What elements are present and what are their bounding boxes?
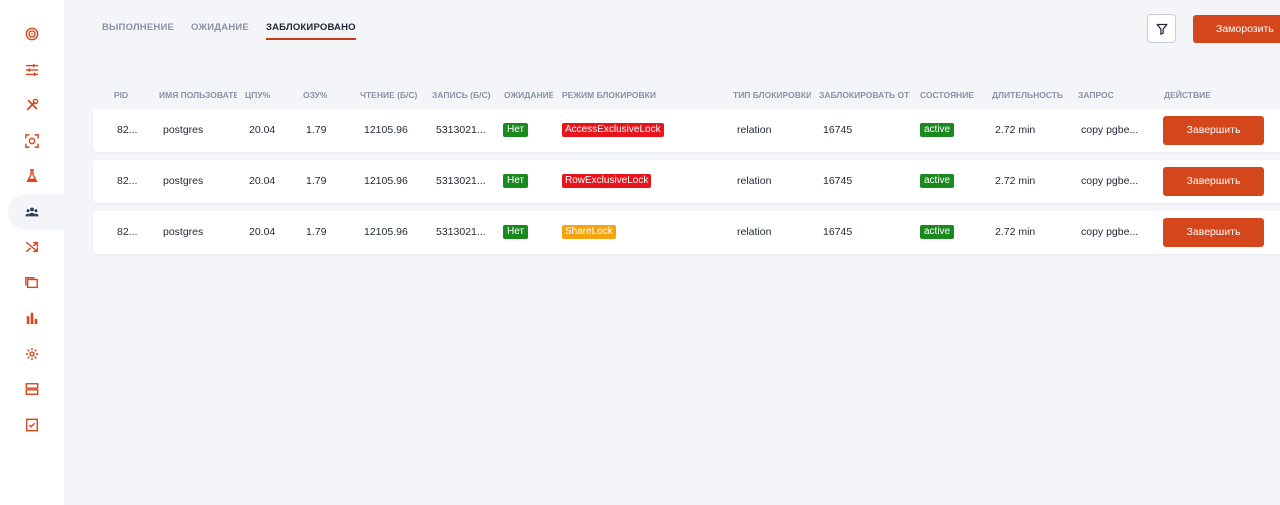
gear-icon bbox=[25, 347, 39, 361]
terminate-button[interactable]: Завершить bbox=[1163, 167, 1264, 196]
column-header-blocked-by[interactable]: ЗАБЛОКИРОВАТЬ ОТ bbox=[819, 90, 911, 100]
column-header-wait[interactable]: ОЖИДАНИЕ bbox=[504, 90, 553, 100]
server-icon bbox=[25, 383, 39, 395]
cell-lock-type: relation bbox=[737, 175, 772, 187]
sidebar-item-files[interactable] bbox=[14, 268, 50, 298]
cell-write: 5313021... bbox=[436, 226, 486, 238]
state-badge: active bbox=[920, 174, 955, 189]
sidebar-item-lab[interactable] bbox=[14, 161, 50, 191]
cell-user: postgres bbox=[163, 175, 204, 187]
wait-badge: Нет bbox=[503, 225, 529, 240]
cell-write: 5313021... bbox=[436, 175, 486, 187]
filter-button[interactable] bbox=[1147, 14, 1176, 43]
wait-badge: Нет bbox=[503, 174, 529, 189]
cell-cpu: 20.04 bbox=[249, 175, 276, 187]
cell-pid: 82... bbox=[117, 124, 138, 136]
column-header-read[interactable]: ЧТЕНИЕ (Б/С) bbox=[360, 90, 417, 100]
lock-mode-badge: ShareLock bbox=[562, 225, 616, 240]
scan-icon bbox=[25, 134, 39, 148]
sidebar-item-tasks[interactable] bbox=[14, 410, 50, 440]
column-header-duration[interactable]: ДЛИТЕЛЬНОСТЬ bbox=[992, 90, 1063, 100]
cell-query: copy pgbe... bbox=[1081, 175, 1139, 187]
table-row[interactable]: 82... postgres 20.04 1.79 12105.96 53130… bbox=[93, 109, 1280, 152]
table-header: PID ИМЯ ПОЛЬЗОВАТЕ ЦПУ% ОЗУ% ЧТЕНИЕ (Б/С… bbox=[0, 90, 1280, 102]
cell-read: 12105.96 bbox=[364, 175, 408, 187]
sidebar bbox=[0, 0, 66, 505]
cell-blocked-by: 16745 bbox=[823, 124, 853, 136]
cell-lock-type: relation bbox=[737, 124, 772, 136]
table-row[interactable]: 82... postgres 20.04 1.79 12105.96 53130… bbox=[93, 160, 1280, 203]
cell-pid: 82... bbox=[117, 226, 138, 238]
sidebar-item-settings[interactable] bbox=[14, 55, 50, 85]
cell-duration: 2.72 min bbox=[995, 226, 1036, 238]
cell-lock-type: relation bbox=[737, 226, 772, 238]
sliders-icon bbox=[25, 63, 39, 77]
table-row[interactable]: 82... postgres 20.04 1.79 12105.96 53130… bbox=[93, 211, 1280, 254]
cell-write: 5313021... bbox=[436, 124, 486, 136]
tab-blocked[interactable]: ЗАБЛОКИРОВАНО bbox=[265, 22, 356, 40]
sidebar-item-charts[interactable] bbox=[14, 303, 50, 333]
sidebar-item-shuffle[interactable] bbox=[14, 232, 50, 262]
sidebar-item-scan[interactable] bbox=[14, 126, 50, 156]
column-header-lock-type[interactable]: ТИП БЛОКИРОВКИ bbox=[733, 90, 811, 100]
cell-cpu: 20.04 bbox=[249, 226, 276, 238]
column-header-cpu[interactable]: ЦПУ% bbox=[245, 90, 270, 100]
cell-ram: 1.79 bbox=[306, 175, 327, 187]
tab-running[interactable]: ВЫПОЛНЕНИЕ bbox=[102, 22, 174, 40]
cell-query: copy pgbe... bbox=[1081, 124, 1139, 136]
sidebar-item-config[interactable] bbox=[14, 339, 50, 369]
sidebar-item-sessions[interactable] bbox=[14, 197, 50, 227]
cell-query: copy pgbe... bbox=[1081, 226, 1139, 238]
tab-waiting[interactable]: ОЖИДАНИЕ bbox=[191, 22, 249, 40]
cell-read: 12105.96 bbox=[364, 226, 408, 238]
flask-icon bbox=[26, 169, 38, 182]
cell-duration: 2.72 min bbox=[995, 175, 1036, 187]
folder-icon bbox=[25, 277, 38, 289]
checklist-icon bbox=[26, 418, 38, 432]
cell-read: 12105.96 bbox=[364, 124, 408, 136]
column-header-action[interactable]: ДЕЙСТВИЕ bbox=[1164, 90, 1211, 100]
terminate-button[interactable]: Завершить bbox=[1163, 116, 1264, 145]
target-icon bbox=[25, 27, 39, 41]
column-header-pid[interactable]: PID bbox=[114, 90, 128, 100]
cell-ram: 1.79 bbox=[306, 226, 327, 238]
lock-mode-badge: AccessExclusiveLock bbox=[562, 123, 664, 138]
state-badge: active bbox=[920, 225, 955, 240]
column-header-state[interactable]: СОСТОЯНИЕ bbox=[920, 90, 974, 100]
sidebar-item-overview[interactable] bbox=[14, 19, 50, 49]
users-icon bbox=[25, 207, 39, 217]
lock-mode-badge: RowExclusiveLock bbox=[562, 174, 652, 189]
column-header-write[interactable]: ЗАПИСЬ (Б/С) bbox=[432, 90, 490, 100]
state-badge: active bbox=[920, 123, 955, 138]
filter-icon bbox=[1156, 23, 1167, 35]
bar-chart-icon bbox=[26, 312, 38, 325]
shuffle-icon bbox=[26, 241, 38, 253]
cell-ram: 1.79 bbox=[306, 124, 327, 136]
freeze-button[interactable]: Заморозить bbox=[1193, 15, 1280, 43]
column-header-query[interactable]: ЗАПРОС bbox=[1078, 90, 1114, 100]
cell-pid: 82... bbox=[117, 175, 138, 187]
wait-badge: Нет bbox=[503, 123, 529, 138]
cell-duration: 2.72 min bbox=[995, 124, 1036, 136]
tab-bar: ВЫПОЛНЕНИЕ ОЖИДАНИЕ ЗАБЛОКИРОВАНО bbox=[102, 22, 373, 40]
cell-blocked-by: 16745 bbox=[823, 175, 853, 187]
column-header-user[interactable]: ИМЯ ПОЛЬЗОВАТЕ bbox=[159, 90, 237, 100]
cell-user: postgres bbox=[163, 124, 204, 136]
terminate-button[interactable]: Завершить bbox=[1163, 218, 1264, 247]
column-header-lock-mode[interactable]: РЕЖИМ БЛОКИРОВКИ bbox=[562, 90, 656, 100]
cell-blocked-by: 16745 bbox=[823, 226, 853, 238]
sidebar-item-servers[interactable] bbox=[14, 374, 50, 404]
column-header-ram[interactable]: ОЗУ% bbox=[303, 90, 327, 100]
cell-cpu: 20.04 bbox=[249, 124, 276, 136]
cell-user: postgres bbox=[163, 226, 204, 238]
